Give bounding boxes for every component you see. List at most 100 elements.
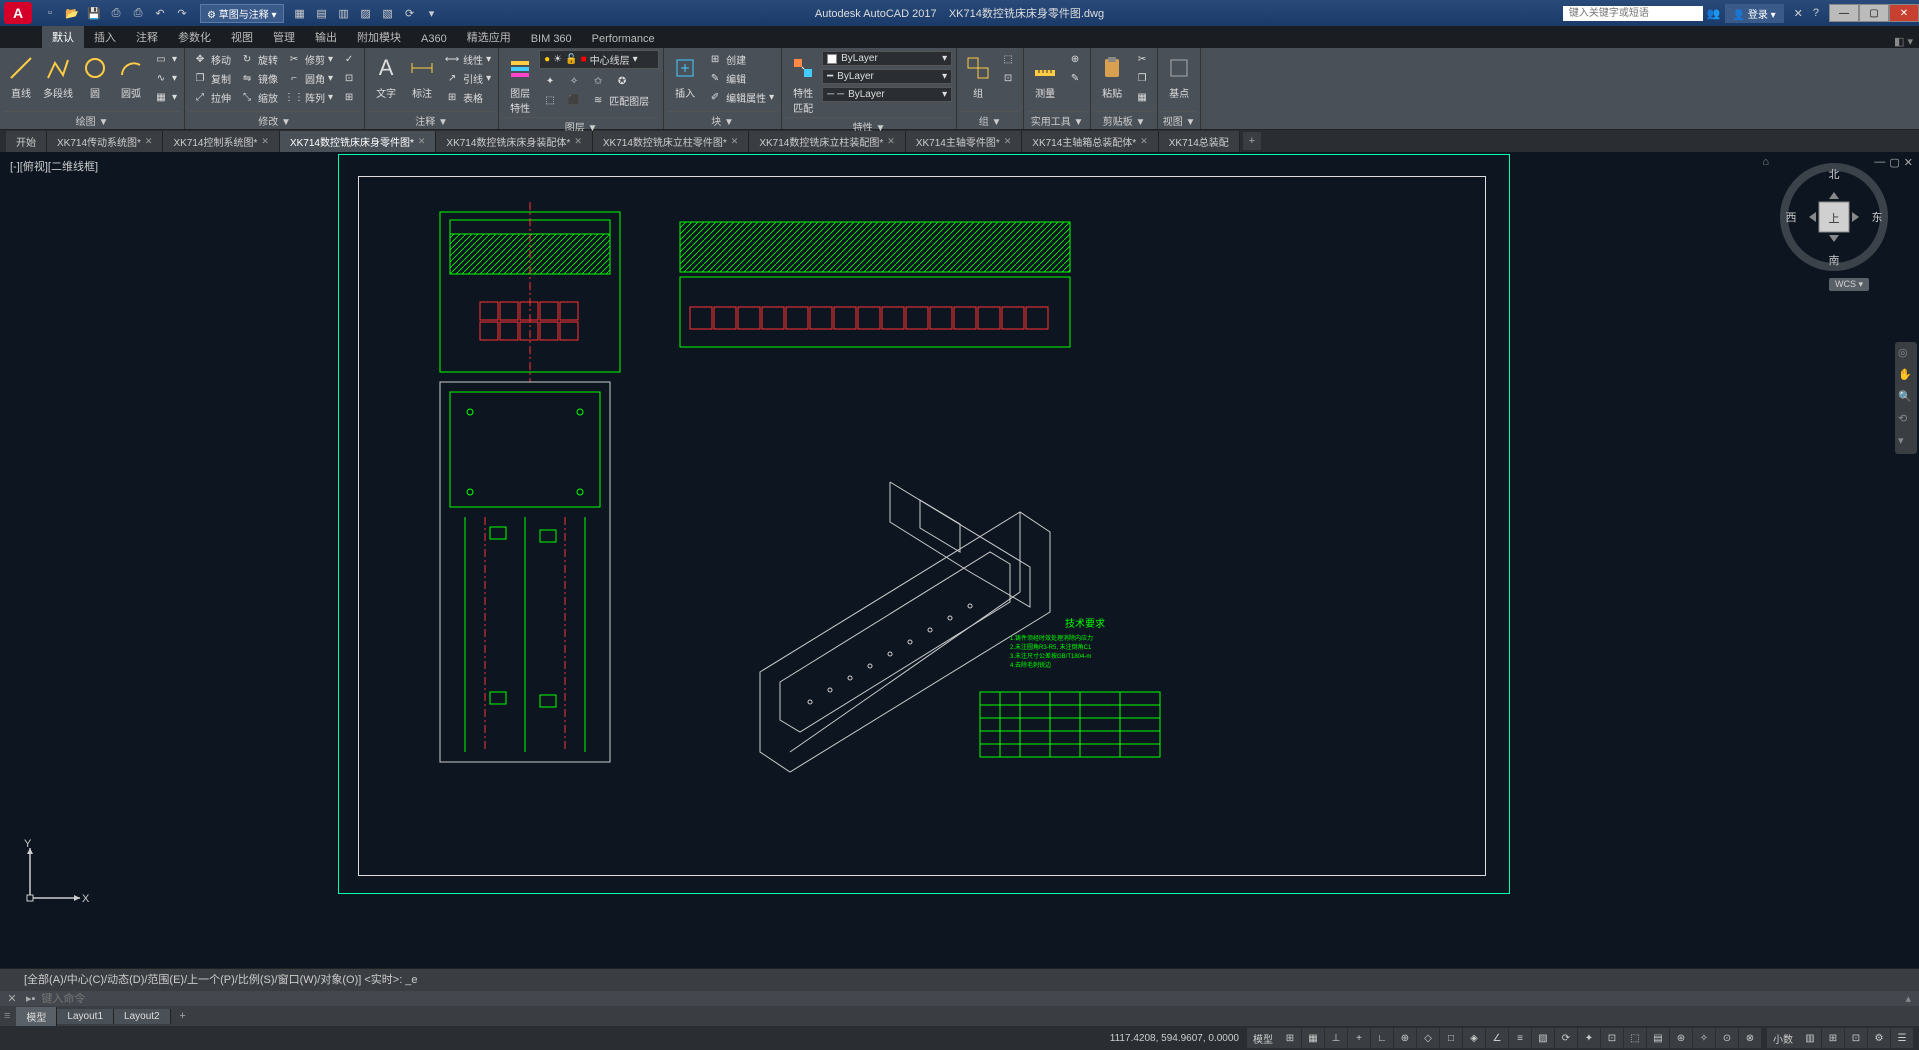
lineweight-combo[interactable]: ━ByLayer▾ bbox=[822, 69, 952, 84]
rect-button[interactable]: ▭▾ bbox=[150, 50, 180, 68]
circle-button[interactable]: 圆 bbox=[78, 50, 112, 102]
sbtn-15[interactable]: ⊡ bbox=[1601, 1028, 1623, 1048]
file-tab-2[interactable]: XK714控制系统图*✕ bbox=[163, 131, 279, 152]
file-tab-7[interactable]: XK714主轴零件图*✕ bbox=[906, 131, 1022, 152]
status-model[interactable]: 模型 bbox=[1247, 1028, 1279, 1048]
sbtn-21[interactable]: ⊗ bbox=[1739, 1028, 1761, 1048]
layer-btn-6[interactable]: ⬛ bbox=[563, 91, 585, 109]
cut-button[interactable]: ✂ bbox=[1131, 50, 1153, 68]
qat-btn-f[interactable]: ⟳ bbox=[400, 3, 420, 23]
insert-button[interactable]: 插入 bbox=[668, 50, 702, 102]
nav-wheel-icon[interactable]: ◎ bbox=[1898, 346, 1914, 362]
util-a[interactable]: ⊕ bbox=[1064, 50, 1086, 68]
color-combo[interactable]: ByLayer▾ bbox=[822, 51, 952, 66]
layer-btn-5[interactable]: ⬚ bbox=[539, 91, 561, 109]
cmd-expand-icon[interactable]: ▴ bbox=[1905, 992, 1911, 1005]
panel-annotate-title[interactable]: 注释 ▼ bbox=[369, 111, 494, 129]
layout-tab-2[interactable]: Layout2 bbox=[114, 1009, 171, 1024]
spline-button[interactable]: ∿▾ bbox=[150, 69, 180, 87]
move-button[interactable]: ✥移动 bbox=[189, 50, 234, 68]
tab-a360[interactable]: A360 bbox=[411, 30, 457, 48]
cmd-close-icon[interactable]: ✕ bbox=[4, 992, 20, 1005]
iso-toggle[interactable]: ◇ bbox=[1417, 1028, 1439, 1048]
match-props-button[interactable]: 特性 匹配 bbox=[786, 50, 820, 117]
view-cube[interactable]: 北 南 西 东 上 bbox=[1779, 162, 1889, 272]
sbtn-25[interactable]: ⚙ bbox=[1868, 1028, 1890, 1048]
leader-button[interactable]: ↗引线 ▾ bbox=[441, 69, 494, 87]
layer-combo[interactable]: ●☀🔓■中心线层 ▾ bbox=[539, 50, 659, 69]
layout-tab-model[interactable]: 模型 bbox=[16, 1007, 57, 1026]
panel-group-title[interactable]: 组 ▼ bbox=[961, 111, 1019, 129]
close-icon[interactable]: ✕ bbox=[887, 136, 895, 147]
panel-draw-title[interactable]: 绘图 ▼ bbox=[4, 111, 180, 129]
trans-toggle[interactable]: ▧ bbox=[1532, 1028, 1554, 1048]
tab-view[interactable]: 视图 bbox=[221, 26, 263, 48]
file-tab-9[interactable]: XK714总装配 bbox=[1159, 131, 1240, 152]
mirror-button[interactable]: ⇋镜像 bbox=[236, 69, 281, 87]
line-button[interactable]: 直线 bbox=[4, 50, 38, 102]
infocenter-icon[interactable]: 👥 bbox=[1707, 7, 1721, 20]
dyn-toggle[interactable]: + bbox=[1348, 1028, 1370, 1048]
panel-view-title[interactable]: 视图 ▼ bbox=[1162, 111, 1196, 129]
grid-toggle[interactable]: ⊞ bbox=[1279, 1028, 1301, 1048]
file-tab-start[interactable]: 开始 bbox=[6, 131, 47, 152]
mod-c[interactable]: ⊞ bbox=[338, 88, 360, 106]
sbtn-26[interactable]: ☰ bbox=[1891, 1028, 1913, 1048]
exchange-icon[interactable]: ✕ bbox=[1794, 7, 1803, 20]
tab-performance[interactable]: Performance bbox=[582, 30, 665, 48]
close-icon[interactable]: ✕ bbox=[261, 136, 269, 147]
layer-props-button[interactable]: 图层 特性 bbox=[503, 50, 537, 117]
group-btn-a[interactable]: ⬚ bbox=[997, 50, 1019, 68]
sbtn-17[interactable]: ▤ bbox=[1647, 1028, 1669, 1048]
file-tab-3[interactable]: XK714数控铣床床身零件图*✕ bbox=[280, 131, 436, 152]
new-tab-button[interactable]: + bbox=[1243, 132, 1261, 150]
scale-button[interactable]: ⤡缩放 bbox=[236, 88, 281, 106]
units-label[interactable]: 小数 bbox=[1767, 1028, 1799, 1048]
panel-util-title[interactable]: 实用工具 ▼ bbox=[1028, 111, 1086, 129]
home-icon[interactable]: ⌂ bbox=[1762, 156, 1769, 168]
measure-button[interactable]: 测量 bbox=[1028, 50, 1062, 102]
qat-btn-e[interactable]: ▧ bbox=[378, 3, 398, 23]
polyline-button[interactable]: 多段线 bbox=[40, 50, 76, 102]
tab-manage[interactable]: 管理 bbox=[263, 26, 305, 48]
close-icon[interactable]: ✕ bbox=[145, 136, 153, 147]
clip-c[interactable]: ▦ bbox=[1131, 88, 1153, 106]
minimize-button[interactable]: — bbox=[1829, 4, 1859, 22]
maximize-button[interactable]: ▢ bbox=[1859, 4, 1889, 22]
search-input[interactable] bbox=[1563, 6, 1703, 21]
tab-parametric[interactable]: 参数化 bbox=[168, 26, 221, 48]
3dosnap-toggle[interactable]: ◈ bbox=[1463, 1028, 1485, 1048]
qat-btn-d[interactable]: ▨ bbox=[356, 3, 376, 23]
close-icon[interactable]: ✕ bbox=[1140, 136, 1148, 147]
rotate-button[interactable]: ↻旋转 bbox=[236, 50, 281, 68]
nav-show-icon[interactable]: ▾ bbox=[1898, 434, 1914, 450]
canvas-close-icon[interactable]: ✕ bbox=[1904, 156, 1913, 169]
otrack-toggle[interactable]: ∠ bbox=[1486, 1028, 1508, 1048]
login-button[interactable]: 👤 登录 ▾ bbox=[1725, 4, 1784, 23]
snap-toggle[interactable]: ▦ bbox=[1302, 1028, 1324, 1048]
linear-button[interactable]: ⟷线性 ▾ bbox=[441, 50, 494, 68]
layout-tab-1[interactable]: Layout1 bbox=[57, 1009, 114, 1024]
match-layer-button[interactable]: ≋匹配图层 bbox=[587, 91, 652, 109]
qat-redo-icon[interactable]: ↷ bbox=[172, 3, 192, 23]
tab-annotate[interactable]: 注释 bbox=[126, 26, 168, 48]
workspace-select[interactable]: ⚙ 草图与注释 ▾ bbox=[200, 4, 284, 23]
tab-default[interactable]: 默认 bbox=[42, 26, 84, 48]
group-button[interactable]: 组 bbox=[961, 50, 995, 102]
lw-toggle[interactable]: ≡ bbox=[1509, 1028, 1531, 1048]
mod-a[interactable]: ✓ bbox=[338, 50, 360, 68]
file-tab-1[interactable]: XK714传动系统图*✕ bbox=[47, 131, 163, 152]
layer-btn-3[interactable]: ✩ bbox=[587, 72, 609, 90]
layer-btn-4[interactable]: ✪ bbox=[611, 72, 633, 90]
qat-saveas-icon[interactable]: ⎙ bbox=[106, 3, 126, 23]
command-input[interactable] bbox=[41, 993, 1905, 1005]
paste-button[interactable]: 粘贴 bbox=[1095, 50, 1129, 102]
sbtn-20[interactable]: ⊙ bbox=[1716, 1028, 1738, 1048]
panel-clip-title[interactable]: 剪贴板 ▼ bbox=[1095, 111, 1153, 129]
help-icon[interactable]: ? bbox=[1813, 7, 1819, 19]
sbtn-24[interactable]: ⊡ bbox=[1845, 1028, 1867, 1048]
file-tab-8[interactable]: XK714主轴箱总装配体*✕ bbox=[1022, 131, 1158, 152]
edit-attr-button[interactable]: ✐编辑属性 ▾ bbox=[704, 88, 777, 106]
qat-btn-b[interactable]: ▤ bbox=[312, 3, 332, 23]
text-button[interactable]: A文字 bbox=[369, 50, 403, 102]
